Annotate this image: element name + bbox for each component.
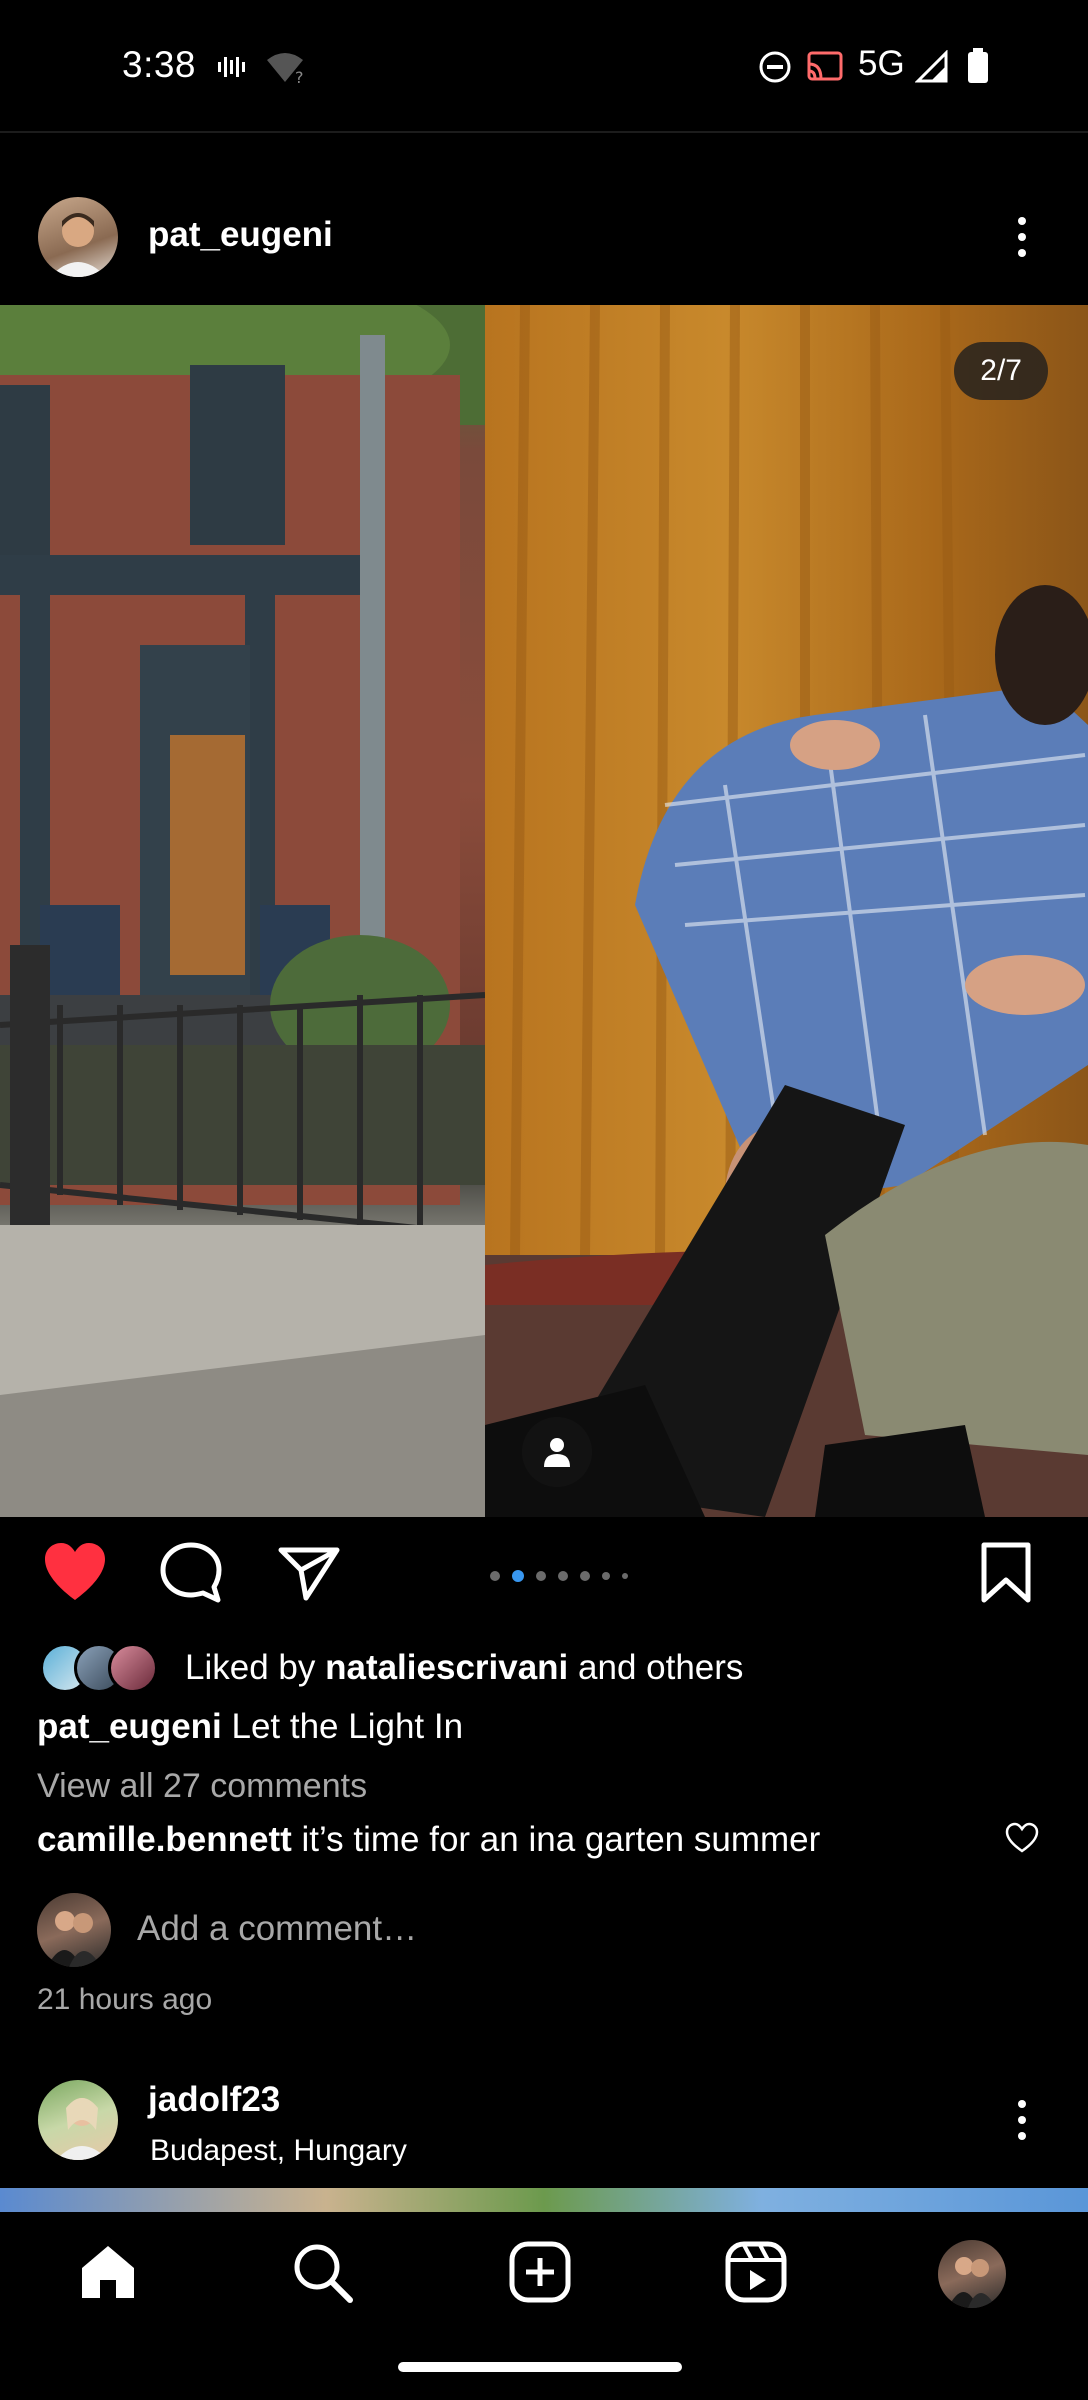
battery-icon (968, 48, 988, 83)
liker-avatar (108, 1643, 158, 1693)
cast-icon (807, 51, 843, 81)
likes-row[interactable]: Liked by nataliescrivani and others (40, 1642, 743, 1694)
next-post-media[interactable] (0, 2188, 1088, 2212)
comment-text: it’s time for an ina garten summer (291, 1820, 821, 1859)
tagged-people-button[interactable] (522, 1417, 592, 1487)
avatar-couple (948, 2257, 996, 2308)
post-header: pat_eugeni (0, 185, 1088, 285)
comment-icon[interactable] (158, 1540, 224, 1606)
liked-by-suffix: and others (568, 1648, 744, 1687)
dot (1018, 2100, 1026, 2108)
view-all-comments-link[interactable]: View all 27 comments (37, 1767, 367, 1806)
post-action-bar (0, 1540, 1088, 1614)
next-post-more-options-button[interactable] (1002, 2090, 1042, 2150)
send-icon[interactable] (276, 1540, 342, 1606)
liker-avatars (40, 1643, 170, 1693)
carousel-dot (558, 1571, 568, 1581)
carousel-dot (536, 1571, 546, 1581)
wifi-unknown-icon: ? (267, 53, 304, 84)
top-comment: camille.bennett it’s time for an ina gar… (37, 1820, 820, 1860)
create-icon[interactable] (508, 2240, 572, 2304)
profile-avatar[interactable] (938, 2240, 1006, 2308)
caption-username[interactable]: pat_eugeni (37, 1707, 222, 1746)
person-icon (544, 1438, 570, 1467)
carousel-dot (622, 1573, 628, 1579)
avatar-person (56, 2098, 108, 2160)
dnd-icon (759, 51, 791, 83)
home-icon[interactable] (76, 2240, 140, 2304)
next-post-username[interactable]: jadolf23 (148, 2080, 280, 2120)
post-author-avatar[interactable] (38, 197, 118, 277)
post-author-username[interactable]: pat_eugeni (148, 215, 333, 255)
avatar-face (50, 213, 106, 277)
dot (1018, 249, 1026, 257)
network-type: 5G (858, 44, 905, 83)
add-comment-input[interactable]: Add a comment… (137, 1909, 417, 1949)
caption-text: Let the Light In (221, 1707, 464, 1746)
status-divider (0, 131, 1088, 133)
carousel-dot-active (512, 1570, 524, 1582)
media-counter: 2/7 (954, 342, 1048, 400)
signal-icon (915, 50, 948, 83)
post-more-options-button[interactable] (1002, 207, 1042, 267)
next-post-header: jadolf23 Budapest, Hungary (0, 2078, 1088, 2178)
carousel-photo-house (0, 305, 486, 1517)
comment-like-heart-icon[interactable] (1004, 1820, 1040, 1856)
likes-text: Liked by nataliescrivani and others (185, 1648, 743, 1688)
vibrate-icon (218, 57, 245, 77)
dot (1018, 217, 1026, 225)
comment-username[interactable]: camille.bennett (37, 1820, 292, 1859)
post-caption: pat_eugeni Let the Light In (37, 1707, 463, 1747)
svg-text:?: ? (295, 68, 304, 84)
carousel-indicator (490, 1570, 628, 1582)
next-post-location[interactable]: Budapest, Hungary (150, 2134, 407, 2168)
dot (1018, 2116, 1026, 2124)
post-media-carousel[interactable]: 2/7 (0, 305, 1088, 1517)
carousel-dot (602, 1572, 610, 1580)
dot (1018, 2132, 1026, 2140)
post-timestamp: 21 hours ago (37, 1983, 213, 2016)
dot (1018, 233, 1026, 241)
avatar-couple (47, 1911, 101, 1967)
liked-by-prefix: Liked by (185, 1648, 326, 1687)
liked-by-username[interactable]: nataliescrivani (325, 1648, 568, 1687)
reels-icon[interactable] (724, 2240, 788, 2304)
house-illustration (0, 305, 486, 1517)
carousel-dot (490, 1571, 500, 1581)
current-user-avatar (37, 1893, 111, 1967)
status-bar: 3:38 ? 5G (0, 0, 1088, 132)
bookmark-icon[interactable] (978, 1540, 1034, 1606)
status-time: 3:38 (122, 44, 197, 85)
heart-icon[interactable] (42, 1540, 108, 1606)
bottom-navigation (0, 2212, 1088, 2342)
search-icon[interactable] (290, 2240, 354, 2304)
next-post-author-avatar[interactable] (38, 2080, 118, 2160)
add-comment-row[interactable]: Add a comment… (37, 1893, 1037, 1967)
gesture-home-indicator[interactable] (398, 2362, 682, 2372)
person-illustration (485, 305, 1088, 1517)
carousel-photo-person (485, 305, 1088, 1517)
carousel-dot (580, 1571, 590, 1581)
